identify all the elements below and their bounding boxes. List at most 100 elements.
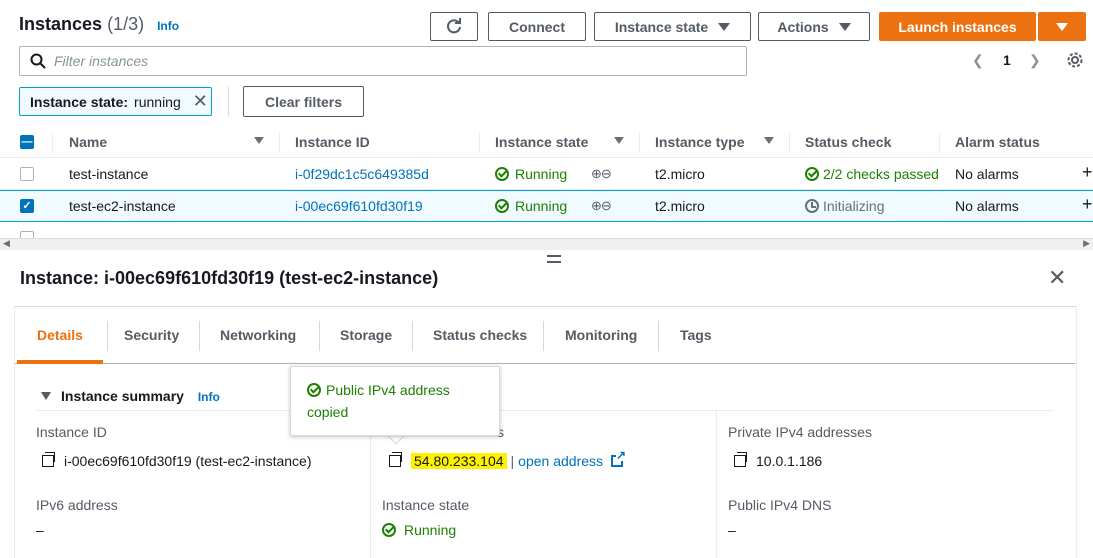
tab-divider [319, 321, 320, 351]
private-ip-text: 10.0.1.186 [756, 453, 823, 469]
add-alarm-icon[interactable]: + [1082, 194, 1093, 215]
row-checkbox[interactable]: ✓ [20, 199, 34, 213]
copy-icon[interactable] [42, 452, 55, 467]
add-alarm-icon[interactable]: + [1082, 162, 1093, 183]
column-header-name[interactable]: Name [69, 134, 107, 150]
instance-type: t2.micro [655, 198, 705, 214]
launch-instances-button[interactable]: Launch instances [879, 12, 1036, 41]
sort-icon[interactable] [764, 137, 774, 144]
tab-tags[interactable]: Tags [680, 327, 712, 343]
close-icon[interactable]: ✕ [1048, 267, 1066, 289]
refresh-button[interactable] [430, 12, 478, 41]
table-row[interactable]: ✓ test-ec2-instance i-00ec69f610fd30f19 … [0, 190, 1093, 222]
public-dns-value: – [728, 522, 736, 538]
instance-id-value: i-00ec69f610fd30f19 (test-ec2-instance) [42, 452, 312, 469]
open-address-link[interactable]: open address [518, 453, 603, 469]
launch-options-dropdown[interactable] [1038, 12, 1086, 41]
column-header-instance-type[interactable]: Instance type [655, 134, 744, 150]
instance-id-label: Instance ID [36, 424, 107, 440]
search-icon [30, 53, 46, 69]
table-row[interactable]: test-instance i-0f29dc1c5c649385d Runnin… [0, 158, 1093, 190]
private-ip-label: Private IPv4 addresses [728, 424, 872, 440]
column-header-instance-id[interactable]: Instance ID [295, 134, 370, 150]
column-divider [939, 133, 940, 153]
column-header-instance-state[interactable]: Instance state [495, 134, 588, 150]
prev-page-icon[interactable]: ❮ [972, 52, 984, 69]
filter-token: Instance state: running ✕ [19, 87, 212, 116]
launch-label: Launch instances [898, 18, 1017, 35]
clear-filters-button[interactable]: Clear filters [243, 86, 364, 117]
external-link-icon[interactable] [611, 449, 627, 467]
remove-filter-icon[interactable]: ✕ [193, 91, 208, 112]
copied-tooltip: Public IPv4 address copied [290, 366, 500, 436]
tab-divider [107, 321, 108, 351]
refresh-icon [447, 17, 461, 33]
alarm-status: No alarms [955, 166, 1019, 182]
instance-id-link[interactable]: i-00ec69f610fd30f19 [295, 198, 423, 214]
state-text: Running [515, 166, 568, 182]
page-number[interactable]: 1 [1003, 52, 1011, 68]
next-page-icon[interactable]: ❯ [1029, 52, 1041, 69]
row-checkbox[interactable] [20, 231, 34, 238]
sort-icon[interactable] [254, 137, 264, 144]
check-circle-icon [495, 199, 509, 213]
instance-summary-header[interactable]: Instance summary Info [41, 388, 220, 404]
tab-storage[interactable]: Storage [340, 327, 392, 343]
zoom-icons[interactable]: ⊕⊖ [591, 166, 612, 182]
public-dns-label: Public IPv4 DNS [728, 497, 832, 513]
tab-divider [199, 321, 200, 351]
caret-down-icon [718, 22, 731, 31]
public-ip-text: 54.80.233.104 [411, 453, 507, 469]
instance-state-label: Instance state [614, 18, 709, 35]
public-ip-value: 54.80.233.104 | open address [389, 449, 627, 469]
instance-name: test-instance [69, 166, 149, 182]
horizontal-scrollbar[interactable]: ◀ ▶ [0, 238, 1093, 250]
column-header-status-check[interactable]: Status check [805, 134, 891, 150]
ipv6-value: – [36, 522, 44, 538]
info-link[interactable]: Info [198, 390, 220, 404]
tab-divider [658, 321, 659, 351]
status-text: 2/2 checks passed [823, 166, 939, 182]
filter-value: running [134, 93, 181, 110]
clock-icon [805, 199, 819, 213]
connect-button[interactable]: Connect [488, 12, 586, 41]
ipv6-label: IPv6 address [36, 497, 118, 513]
column-divider [716, 410, 717, 558]
filter-search-box[interactable] [19, 46, 747, 76]
page-title: Instances (1/3) Info [19, 14, 179, 35]
detail-title: Instance: i-00ec69f610fd30f19 (test-ec2-… [20, 268, 439, 288]
info-link[interactable]: Info [157, 19, 179, 33]
row-checkbox[interactable] [20, 167, 34, 181]
filter-divider [228, 87, 229, 116]
tab-monitoring[interactable]: Monitoring [565, 327, 637, 343]
instance-state-cell: Running [495, 198, 567, 214]
copy-icon[interactable] [389, 452, 402, 467]
tab-networking[interactable]: Networking [220, 327, 296, 343]
title-text: Instances [19, 14, 103, 34]
private-ip-value: 10.0.1.186 [734, 452, 823, 469]
actions-dropdown[interactable]: Actions [758, 12, 870, 41]
sort-icon[interactable] [614, 137, 624, 144]
instance-state-dropdown[interactable]: Instance state [594, 12, 751, 41]
filter-instances-input[interactable] [54, 53, 704, 69]
settings-gear-icon[interactable] [1066, 51, 1084, 69]
resize-handle[interactable] [547, 255, 561, 263]
table-header: — Name Instance ID Instance state Instan… [0, 127, 1093, 158]
tooltip-text: Public IPv4 address [326, 382, 450, 398]
check-circle-icon [805, 167, 819, 181]
instance-id-text: i-00ec69f610fd30f19 (test-ec2-instance) [64, 453, 312, 469]
status-check-cell: Initializing [805, 198, 884, 214]
zoom-icons[interactable]: ⊕⊖ [591, 198, 612, 214]
tab-details[interactable]: Details [37, 327, 83, 343]
select-all-checkbox[interactable]: — [20, 135, 34, 149]
caret-down-icon [1056, 22, 1068, 31]
instance-id-link[interactable]: i-0f29dc1c5c649385d [295, 166, 429, 182]
state-text: Running [404, 522, 457, 538]
table-row-partial[interactable] [0, 222, 1093, 238]
check-circle-icon [495, 167, 509, 181]
copy-icon[interactable] [734, 452, 747, 467]
column-header-alarm-status[interactable]: Alarm status [955, 134, 1040, 150]
connect-label: Connect [509, 18, 565, 35]
tab-security[interactable]: Security [124, 327, 179, 343]
tab-status-checks[interactable]: Status checks [433, 327, 527, 343]
